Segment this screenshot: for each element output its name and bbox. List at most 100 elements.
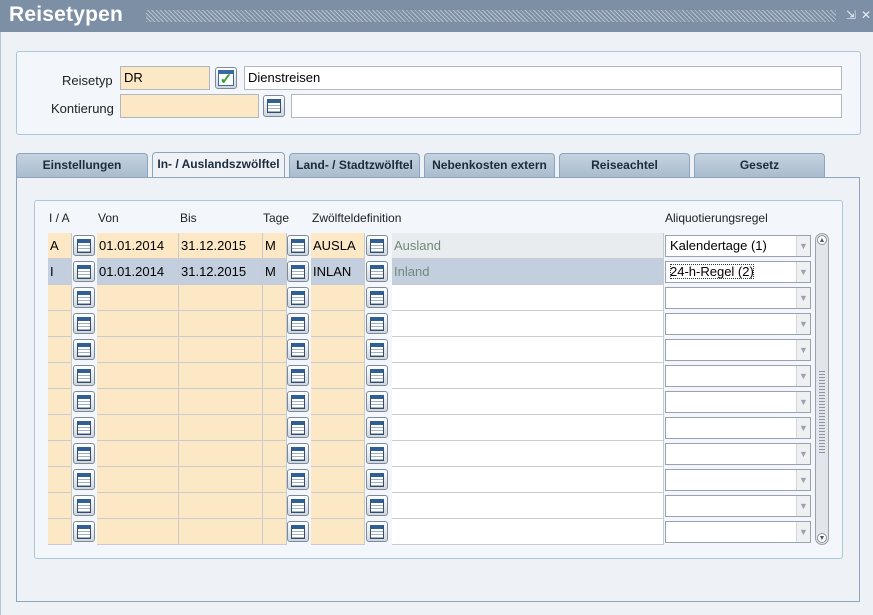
cell-tage[interactable]: M (263, 233, 287, 259)
cell-von[interactable] (97, 467, 179, 493)
vertical-scrollbar[interactable]: ▲ ▼ (815, 233, 829, 545)
tage-lov-button[interactable] (287, 339, 309, 360)
table-row[interactable]: ▼ (48, 389, 813, 415)
von-lov-button[interactable] (73, 339, 95, 360)
cell-von[interactable] (97, 311, 179, 337)
cell-zwoelftel-code[interactable] (311, 519, 365, 545)
cell-zwoelftel-code[interactable] (311, 337, 365, 363)
table-row[interactable]: A 01.01.2014 31.12.2015 M AUSLA Ausland Kalend… (48, 233, 813, 259)
von-lov-button[interactable] (73, 287, 95, 308)
aliquotierungsregel-select[interactable]: ▼ (665, 287, 811, 309)
cell-zwoelftel-code[interactable] (311, 363, 365, 389)
cell-ia[interactable]: I (48, 259, 72, 285)
cell-von[interactable] (97, 363, 179, 389)
chevron-down-icon[interactable]: ▼ (796, 314, 810, 334)
aliquotierungsregel-select[interactable]: 24-h-Regel (2) ▼ (665, 261, 811, 283)
tage-lov-button[interactable] (287, 443, 309, 464)
aliquotierungsregel-select[interactable]: ▼ (665, 521, 811, 543)
table-row[interactable]: ▼ (48, 363, 813, 389)
cell-zwoelftel-code[interactable] (311, 389, 365, 415)
zwoelftel-lov-button[interactable] (366, 495, 388, 516)
table-row[interactable]: ▼ (48, 441, 813, 467)
cell-zwoelftel-code[interactable] (311, 493, 365, 519)
cell-bis[interactable] (179, 519, 263, 545)
cell-bis[interactable]: 31.12.2015 (179, 259, 263, 285)
chevron-down-icon[interactable]: ▼ (796, 418, 810, 438)
cell-ia[interactable] (48, 311, 72, 337)
aliquotierungsregel-select[interactable]: ▼ (665, 313, 811, 335)
cell-tage[interactable]: M (263, 259, 287, 285)
aliquotierungsregel-select[interactable]: ▼ (665, 469, 811, 491)
chevron-down-icon[interactable]: ▼ (796, 236, 810, 256)
cell-bis[interactable]: 31.12.2015 (179, 233, 263, 259)
tage-lov-button[interactable] (287, 235, 309, 256)
cell-tage[interactable] (263, 441, 287, 467)
kontierung-description-field[interactable] (291, 94, 842, 118)
reisetyp-description-field[interactable]: Dienstreisen (244, 66, 842, 90)
cell-von[interactable] (97, 519, 179, 545)
cell-bis[interactable] (179, 285, 263, 311)
tage-lov-button[interactable] (287, 261, 309, 282)
cell-bis[interactable] (179, 363, 263, 389)
table-row[interactable]: ▼ (48, 493, 813, 519)
cell-tage[interactable] (263, 363, 287, 389)
zwoelftel-lov-button[interactable] (366, 365, 388, 386)
reisetyp-confirm-button[interactable]: ✓ (215, 67, 237, 89)
cell-ia[interactable] (48, 337, 72, 363)
zwoelftel-lov-button[interactable] (366, 261, 388, 282)
tab-land-stadtzwoelftel[interactable]: Land- / Stadtzwölftel (289, 153, 420, 177)
cell-von[interactable] (97, 493, 179, 519)
scroll-up-icon[interactable]: ▲ (817, 235, 827, 245)
aliquotierungsregel-select[interactable]: ▼ (665, 495, 811, 517)
cell-tage[interactable] (263, 493, 287, 519)
tage-lov-button[interactable] (287, 365, 309, 386)
tage-lov-button[interactable] (287, 287, 309, 308)
cell-tage[interactable] (263, 389, 287, 415)
tab-einstellungen[interactable]: Einstellungen (16, 153, 148, 177)
chevron-down-icon[interactable]: ▼ (796, 522, 810, 542)
von-lov-button[interactable] (73, 443, 95, 464)
kontierung-lov-button[interactable] (263, 95, 285, 117)
tab-reiseachtel[interactable]: Reiseachtel (559, 153, 690, 177)
chevron-down-icon[interactable]: ▼ (796, 288, 810, 308)
zwoelftel-lov-button[interactable] (366, 287, 388, 308)
chevron-down-icon[interactable]: ▼ (796, 340, 810, 360)
cell-von[interactable] (97, 441, 179, 467)
cell-bis[interactable] (179, 389, 263, 415)
von-lov-button[interactable] (73, 365, 95, 386)
reisetyp-input[interactable]: DR (120, 66, 210, 90)
cell-von[interactable]: 01.01.2014 (97, 259, 179, 285)
cell-ia[interactable] (48, 467, 72, 493)
aliquotierungsregel-select[interactable]: ▼ (665, 365, 811, 387)
cell-von[interactable] (97, 337, 179, 363)
cell-von[interactable] (97, 389, 179, 415)
cell-tage[interactable] (263, 337, 287, 363)
cell-ia[interactable] (48, 389, 72, 415)
zwoelftel-lov-button[interactable] (366, 417, 388, 438)
aliquotierungsregel-select[interactable]: ▼ (665, 339, 811, 361)
tab-in-auslandszwoelftel[interactable]: In- / Auslandszwölftel (152, 152, 285, 178)
zwoelftel-lov-button[interactable] (366, 339, 388, 360)
von-lov-button[interactable] (73, 521, 95, 542)
cell-tage[interactable] (263, 467, 287, 493)
table-row[interactable]: ▼ (48, 519, 813, 545)
aliquotierungsregel-select[interactable]: ▼ (665, 417, 811, 439)
cell-tage[interactable] (263, 415, 287, 441)
aliquotierungsregel-select[interactable]: ▼ (665, 391, 811, 413)
scroll-down-icon[interactable]: ▼ (817, 533, 827, 543)
table-row[interactable]: ▼ (48, 467, 813, 493)
aliquotierungsregel-select[interactable]: ▼ (665, 443, 811, 465)
chevron-down-icon[interactable]: ▼ (796, 366, 810, 386)
tage-lov-button[interactable] (287, 521, 309, 542)
cell-ia[interactable] (48, 519, 72, 545)
cell-von[interactable]: 01.01.2014 (97, 233, 179, 259)
cell-bis[interactable] (179, 441, 263, 467)
chevron-down-icon[interactable]: ▼ (796, 262, 810, 282)
scroll-grip[interactable] (819, 371, 825, 453)
cell-tage[interactable] (263, 519, 287, 545)
table-row[interactable]: I 01.01.2014 31.12.2015 M INLAN Inland 24-h-Re… (48, 259, 813, 285)
zwoelftel-lov-button[interactable] (366, 313, 388, 334)
cell-ia[interactable] (48, 285, 72, 311)
cell-bis[interactable] (179, 415, 263, 441)
chevron-down-icon[interactable]: ▼ (796, 470, 810, 490)
